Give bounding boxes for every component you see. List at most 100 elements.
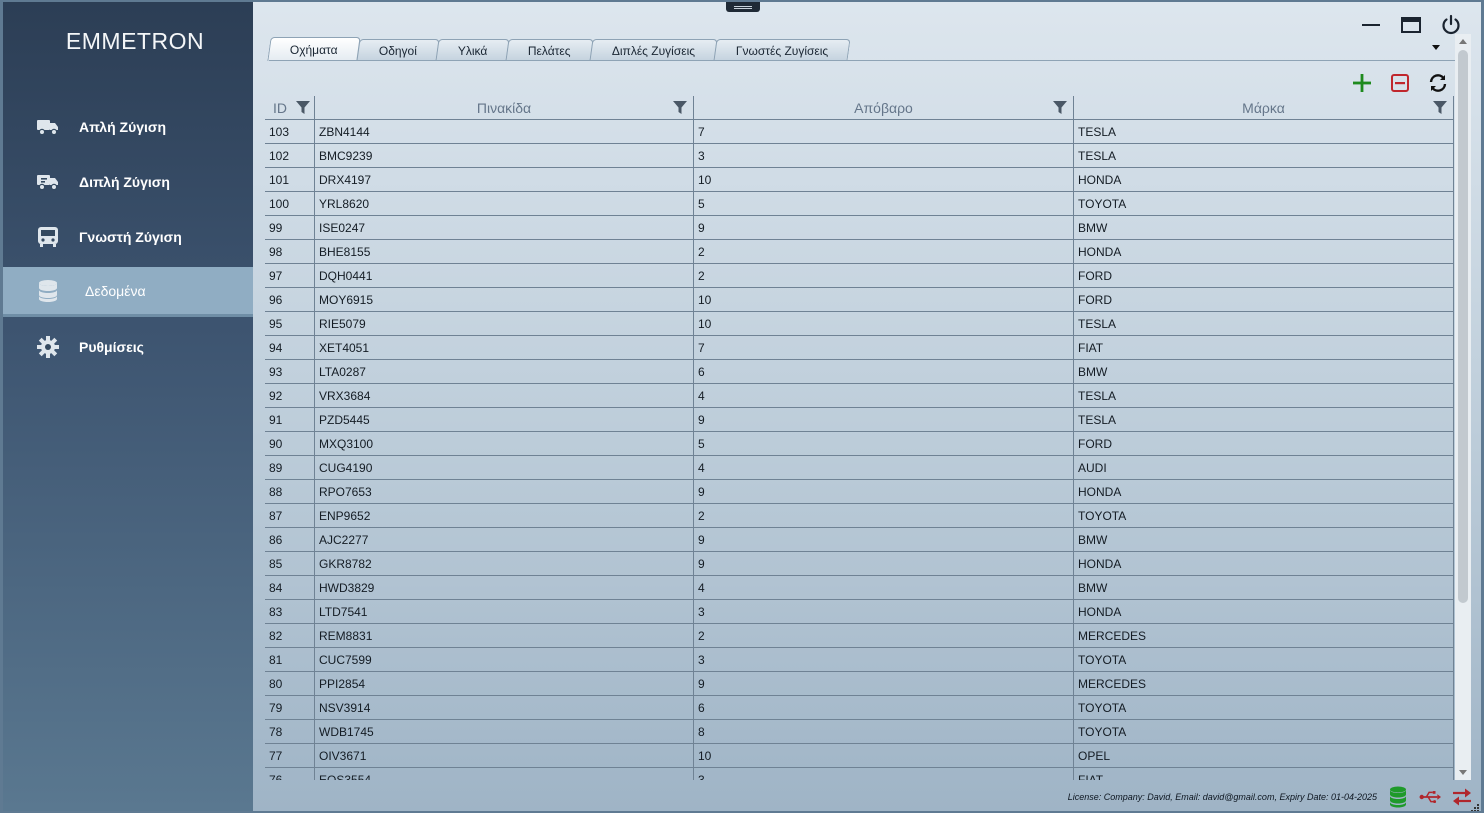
cell-tare[interactable]: 9 <box>694 480 1074 503</box>
tab-overflow-dropdown-icon[interactable] <box>1432 45 1440 50</box>
cell-brand[interactable]: TOYOTA <box>1074 648 1454 671</box>
cell-brand[interactable]: TESLA <box>1074 144 1454 167</box>
cell-id[interactable]: 102 <box>265 144 315 167</box>
cell-tare[interactable]: 2 <box>694 264 1074 287</box>
cell-tare[interactable]: 9 <box>694 216 1074 239</box>
cell-tare[interactable]: 9 <box>694 408 1074 431</box>
table-row[interactable]: 95 RIE5079 10 TESLA <box>265 312 1454 336</box>
scroll-down-icon[interactable] <box>1459 770 1467 775</box>
cell-brand[interactable]: TESLA <box>1074 120 1454 143</box>
table-row[interactable]: 87 ENP9652 2 TOYOTA <box>265 504 1454 528</box>
table-row[interactable]: 78 WDB1745 8 TOYOTA <box>265 720 1454 744</box>
cell-id[interactable]: 98 <box>265 240 315 263</box>
cell-tare[interactable]: 10 <box>694 288 1074 311</box>
cell-tare[interactable]: 10 <box>694 312 1074 335</box>
table-row[interactable]: 88 RPO7653 9 HONDA <box>265 480 1454 504</box>
filter-icon[interactable] <box>1433 101 1447 115</box>
cell-plate[interactable]: YRL8620 <box>315 192 694 215</box>
cell-id[interactable]: 78 <box>265 720 315 743</box>
cell-tare[interactable]: 2 <box>694 504 1074 527</box>
scrollbar-thumb[interactable] <box>1458 50 1468 603</box>
cell-plate[interactable]: XET4051 <box>315 336 694 359</box>
cell-tare[interactable]: 3 <box>694 648 1074 671</box>
cell-plate[interactable]: WDB1745 <box>315 720 694 743</box>
table-row[interactable]: 90 MXQ3100 5 FORD <box>265 432 1454 456</box>
cell-plate[interactable]: AJC2277 <box>315 528 694 551</box>
cell-plate[interactable]: LTD7541 <box>315 600 694 623</box>
cell-id[interactable]: 76 <box>265 768 315 780</box>
cell-plate[interactable]: PPI2854 <box>315 672 694 695</box>
table-row[interactable]: 102 BMC9239 3 TESLA <box>265 144 1454 168</box>
cell-tare[interactable]: 9 <box>694 528 1074 551</box>
cell-brand[interactable]: TOYOTA <box>1074 720 1454 743</box>
cell-brand[interactable]: FIAT <box>1074 768 1454 780</box>
filter-icon[interactable] <box>296 101 310 115</box>
table-row[interactable]: 80 PPI2854 9 MERCEDES <box>265 672 1454 696</box>
cell-plate[interactable]: RPO7653 <box>315 480 694 503</box>
maximize-button[interactable] <box>1398 12 1424 38</box>
table-row[interactable]: 84 HWD3829 4 BMW <box>265 576 1454 600</box>
filter-icon[interactable] <box>1053 101 1067 115</box>
cell-plate[interactable]: GKR8782 <box>315 552 694 575</box>
cell-id[interactable]: 94 <box>265 336 315 359</box>
resize-grip-icon[interactable] <box>1470 800 1480 811</box>
table-row[interactable]: 91 PZD5445 9 TESLA <box>265 408 1454 432</box>
table-row[interactable]: 98 BHE8155 2 HONDA <box>265 240 1454 264</box>
cell-brand[interactable]: TESLA <box>1074 384 1454 407</box>
cell-plate[interactable]: VRX3684 <box>315 384 694 407</box>
table-row[interactable]: 94 XET4051 7 FIAT <box>265 336 1454 360</box>
cell-id[interactable]: 86 <box>265 528 315 551</box>
cell-plate[interactable]: OIV3671 <box>315 744 694 767</box>
cell-id[interactable]: 93 <box>265 360 315 383</box>
table-row[interactable]: 89 CUG4190 4 AUDI <box>265 456 1454 480</box>
cell-plate[interactable]: BMC9239 <box>315 144 694 167</box>
cell-brand[interactable]: MERCEDES <box>1074 672 1454 695</box>
cell-id[interactable]: 82 <box>265 624 315 647</box>
cell-tare[interactable]: 7 <box>694 336 1074 359</box>
cell-brand[interactable]: HONDA <box>1074 240 1454 263</box>
cell-plate[interactable]: DQH0441 <box>315 264 694 287</box>
cell-brand[interactable]: MERCEDES <box>1074 624 1454 647</box>
cell-id[interactable]: 90 <box>265 432 315 455</box>
cell-brand[interactable]: OPEL <box>1074 744 1454 767</box>
cell-id[interactable]: 85 <box>265 552 315 575</box>
cell-brand[interactable]: FORD <box>1074 432 1454 455</box>
cell-plate[interactable]: MXQ3100 <box>315 432 694 455</box>
cell-brand[interactable]: TESLA <box>1074 408 1454 431</box>
cell-tare[interactable]: 3 <box>694 768 1074 780</box>
cell-plate[interactable]: DRX4197 <box>315 168 694 191</box>
cell-tare[interactable]: 8 <box>694 720 1074 743</box>
table-row[interactable]: 76 EOS3554 3 FIAT <box>265 768 1454 780</box>
cell-id[interactable]: 81 <box>265 648 315 671</box>
sidebar-item-double-weighing[interactable]: Διπλή Ζύγιση <box>3 157 253 207</box>
cell-tare[interactable]: 5 <box>694 432 1074 455</box>
table-row[interactable]: 77 OIV3671 10 OPEL <box>265 744 1454 768</box>
cell-tare[interactable]: 6 <box>694 696 1074 719</box>
tab-vehicles[interactable]: Οχήματα <box>267 37 361 61</box>
cell-id[interactable]: 99 <box>265 216 315 239</box>
refresh-button[interactable] <box>1426 71 1450 95</box>
add-record-button[interactable] <box>1350 71 1374 95</box>
cell-id[interactable]: 89 <box>265 456 315 479</box>
cell-tare[interactable]: 7 <box>694 120 1074 143</box>
cell-id[interactable]: 77 <box>265 744 315 767</box>
table-row[interactable]: 79 NSV3914 6 TOYOTA <box>265 696 1454 720</box>
cell-id[interactable]: 88 <box>265 480 315 503</box>
table-row[interactable]: 96 MOY6915 10 FORD <box>265 288 1454 312</box>
cell-brand[interactable]: TESLA <box>1074 312 1454 335</box>
cell-id[interactable]: 84 <box>265 576 315 599</box>
cell-tare[interactable]: 10 <box>694 744 1074 767</box>
cell-plate[interactable]: MOY6915 <box>315 288 694 311</box>
table-row[interactable]: 103 ZBN4144 7 TESLA <box>265 120 1454 144</box>
cell-brand[interactable]: FORD <box>1074 288 1454 311</box>
cell-plate[interactable]: REM8831 <box>315 624 694 647</box>
sidebar-item-known-weighing[interactable]: Γνωστή Ζύγιση <box>3 212 253 262</box>
cell-plate[interactable]: BHE8155 <box>315 240 694 263</box>
cell-tare[interactable]: 3 <box>694 600 1074 623</box>
cell-tare[interactable]: 10 <box>694 168 1074 191</box>
cell-id[interactable]: 96 <box>265 288 315 311</box>
cell-tare[interactable]: 5 <box>694 192 1074 215</box>
cell-plate[interactable]: CUC7599 <box>315 648 694 671</box>
cell-tare[interactable]: 2 <box>694 624 1074 647</box>
cell-brand[interactable]: HONDA <box>1074 600 1454 623</box>
